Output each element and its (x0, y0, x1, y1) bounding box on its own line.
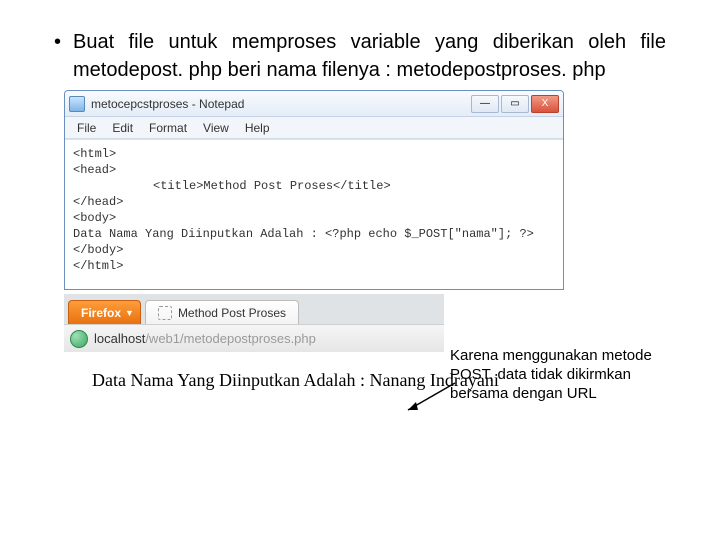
window-title: metocepcstproses - Notepad (91, 97, 471, 111)
firefox-menu-label: Firefox (81, 306, 121, 320)
code-line: <title>Method Post Proses</title> (73, 178, 555, 194)
code-line: </head> (73, 194, 555, 210)
bullet-marker: • (54, 28, 61, 56)
code-line: <html> (73, 146, 555, 162)
menu-format[interactable]: Format (141, 121, 195, 135)
close-button[interactable]: X (531, 95, 559, 113)
notepad-window: metocepcstproses - Notepad — ▭ X File Ed… (64, 90, 564, 290)
annotation-text: Karena menggunakan metode POST, data tid… (450, 346, 670, 403)
arrow-icon (400, 378, 460, 418)
instruction-text: Buat file untuk memproses variable yang … (73, 28, 666, 84)
menubar: File Edit Format View Help (65, 117, 563, 139)
code-line: </body> (73, 242, 555, 258)
url-host: localhost (94, 331, 145, 346)
url-text: localhost/web1/metodepostproses.php (94, 331, 316, 346)
notepad-icon (69, 96, 85, 112)
code-line: Data Nama Yang Diinputkan Adalah : <?php… (73, 226, 555, 242)
globe-icon (70, 330, 88, 348)
menu-file[interactable]: File (69, 121, 104, 135)
page-favicon (158, 306, 172, 320)
minimize-button[interactable]: — (471, 95, 499, 113)
code-line: </html> (73, 258, 555, 274)
firefox-window: Firefox ▼ Method Post Proses localhost/w… (64, 294, 444, 352)
url-path: /web1/metodepostproses.php (145, 331, 316, 346)
editor-body[interactable]: <html> <head> <title>Method Post Proses<… (65, 139, 563, 289)
url-bar[interactable]: localhost/web1/metodepostproses.php (64, 324, 444, 352)
menu-help[interactable]: Help (237, 121, 278, 135)
firefox-menu-button[interactable]: Firefox ▼ (68, 300, 141, 324)
maximize-button[interactable]: ▭ (501, 95, 529, 113)
browser-tab[interactable]: Method Post Proses (145, 300, 299, 324)
chevron-down-icon: ▼ (125, 308, 134, 318)
code-line: <body> (73, 210, 555, 226)
tab-strip: Firefox ▼ Method Post Proses (64, 294, 444, 324)
menu-edit[interactable]: Edit (104, 121, 141, 135)
menu-view[interactable]: View (195, 121, 237, 135)
tab-title: Method Post Proses (178, 306, 286, 320)
code-line: <head> (73, 162, 555, 178)
titlebar: metocepcstproses - Notepad — ▭ X (65, 91, 563, 117)
